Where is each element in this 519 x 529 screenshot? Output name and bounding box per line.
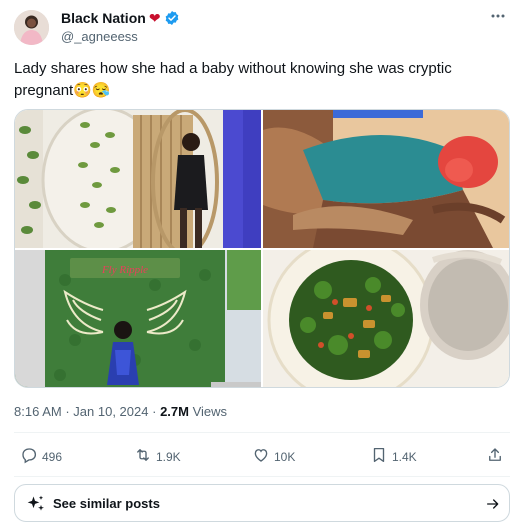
more-options-icon[interactable]: [490, 8, 506, 29]
woman-posing-photo[interactable]: [15, 110, 261, 248]
tweet-time[interactable]: 8:16 AM: [14, 404, 62, 419]
tweet-text-line-1: Lady shares how she had a baby without k…: [14, 60, 452, 77]
views-count[interactable]: 2.7M: [160, 404, 189, 419]
display-name[interactable]: Black Nation: [61, 10, 146, 26]
woman-sleeping-photo[interactable]: [263, 110, 509, 248]
meta-separator: ·: [152, 404, 157, 419]
sparkle-icon: [26, 494, 46, 519]
divider-top: [14, 432, 510, 433]
meta-separator: ·: [65, 404, 70, 419]
see-similar-posts-button[interactable]: See similar posts: [14, 484, 510, 522]
views-label: Views: [192, 404, 228, 419]
divider-bottom: [14, 476, 510, 477]
action-bar: 496 1.9K 10K 1.4K: [14, 446, 510, 468]
reply-icon: [20, 446, 38, 467]
tweet-text: Lady shares how she had a baby without k…: [14, 58, 494, 102]
verified-badge-icon: [164, 10, 180, 26]
tweet-text-line-2: pregnant😳😪: [14, 82, 111, 99]
arrow-right-icon: [485, 496, 501, 517]
heart-icon: [252, 446, 270, 467]
reply-button[interactable]: 496: [20, 446, 62, 467]
sign-text: Fly Ripple: [101, 264, 148, 276]
bookmark-icon: [370, 446, 388, 467]
vegetable-soup-photo[interactable]: [263, 250, 509, 387]
share-button[interactable]: [486, 446, 504, 467]
author-handle[interactable]: @_agneeess: [61, 29, 138, 44]
repost-count: 1.9K: [156, 449, 181, 464]
bookmark-button[interactable]: 1.4K: [370, 446, 417, 467]
red-heart-emoji: ❤: [148, 10, 161, 26]
media-grid[interactable]: Fly Ripple: [14, 109, 510, 388]
repost-icon: [134, 446, 152, 467]
avatar[interactable]: [14, 10, 49, 45]
bookmark-count: 1.4K: [392, 449, 417, 464]
tweet-date[interactable]: Jan 10, 2024: [73, 404, 148, 419]
like-count: 10K: [274, 449, 296, 464]
like-button[interactable]: 10K: [252, 446, 295, 467]
tweet-meta: 8:16 AM · Jan 10, 2024 · 2.7M Views: [14, 404, 227, 419]
reply-count: 496: [42, 449, 63, 464]
share-icon: [486, 446, 504, 467]
angel-wings-wall-photo[interactable]: Fly Ripple: [15, 250, 261, 387]
repost-button[interactable]: 1.9K: [134, 446, 181, 467]
author-name-row[interactable]: Black Nation ❤: [61, 10, 180, 26]
see-similar-posts-label: See similar posts: [53, 496, 160, 511]
